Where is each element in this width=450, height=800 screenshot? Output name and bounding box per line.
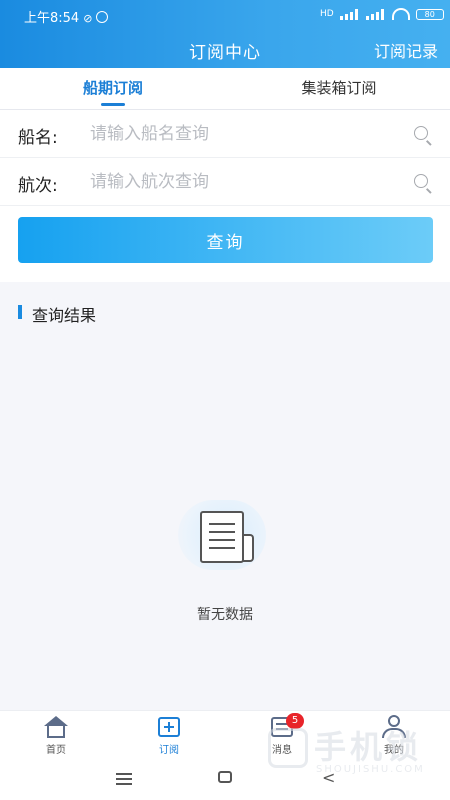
tab-bar: 船期订阅 集装箱订阅 [0,68,450,110]
network-label: HD [320,9,334,19]
status-bar: 上午8:54 ⊘ HD 80 [0,0,450,30]
watermark-logo: 手机锁 SHOUJISHU.COM [268,722,438,784]
wifi-icon [391,8,410,20]
nav-home[interactable]: 首页 [16,711,96,763]
tab-container[interactable]: 集装箱订阅 [275,68,403,110]
mute-icon: ⊘ [83,12,93,25]
voyage-row: 航次: [0,158,450,206]
ship-name-row: 船名: [0,110,450,158]
query-button[interactable]: 查询 [18,217,433,263]
ship-name-label: 船名: [18,128,58,148]
nav-label: 订阅 [159,745,179,756]
empty-document-icon [170,492,274,578]
menu-icon[interactable] [116,773,132,775]
subscribe-icon [158,717,180,737]
nav-label: 首页 [46,745,66,756]
voyage-label: 航次: [18,176,58,196]
empty-state-text: 暂无数据 [197,607,253,623]
signal-icon [339,8,360,20]
signal-icon-2 [365,8,386,20]
watermark-subtext: SHOUJISHU.COM [316,764,425,775]
search-icon[interactable] [414,174,428,188]
status-icons: HD 80 [320,8,444,20]
ship-name-input[interactable] [90,120,390,148]
tab-ship-schedule[interactable]: 船期订阅 [50,68,176,110]
watermark-text: 手机锁 [314,728,423,766]
watermark-icon [268,728,308,768]
voyage-input[interactable] [90,168,390,196]
app-header: 上午8:54 ⊘ HD 80 订阅中心 订阅记录 [0,0,450,68]
results-title: 查询结果 [18,302,96,326]
home-button-icon[interactable] [218,771,232,783]
home-icon [47,724,65,738]
status-time: 上午8:54 ⊘ [24,7,109,26]
alarm-icon [96,11,109,23]
battery-icon: 80 [415,8,444,20]
search-form: 船名: 航次: 查询 [0,110,450,282]
subscription-records-link[interactable]: 订阅记录 [374,38,438,62]
nav-subscribe[interactable]: 订阅 [129,711,209,763]
search-icon[interactable] [414,126,428,140]
